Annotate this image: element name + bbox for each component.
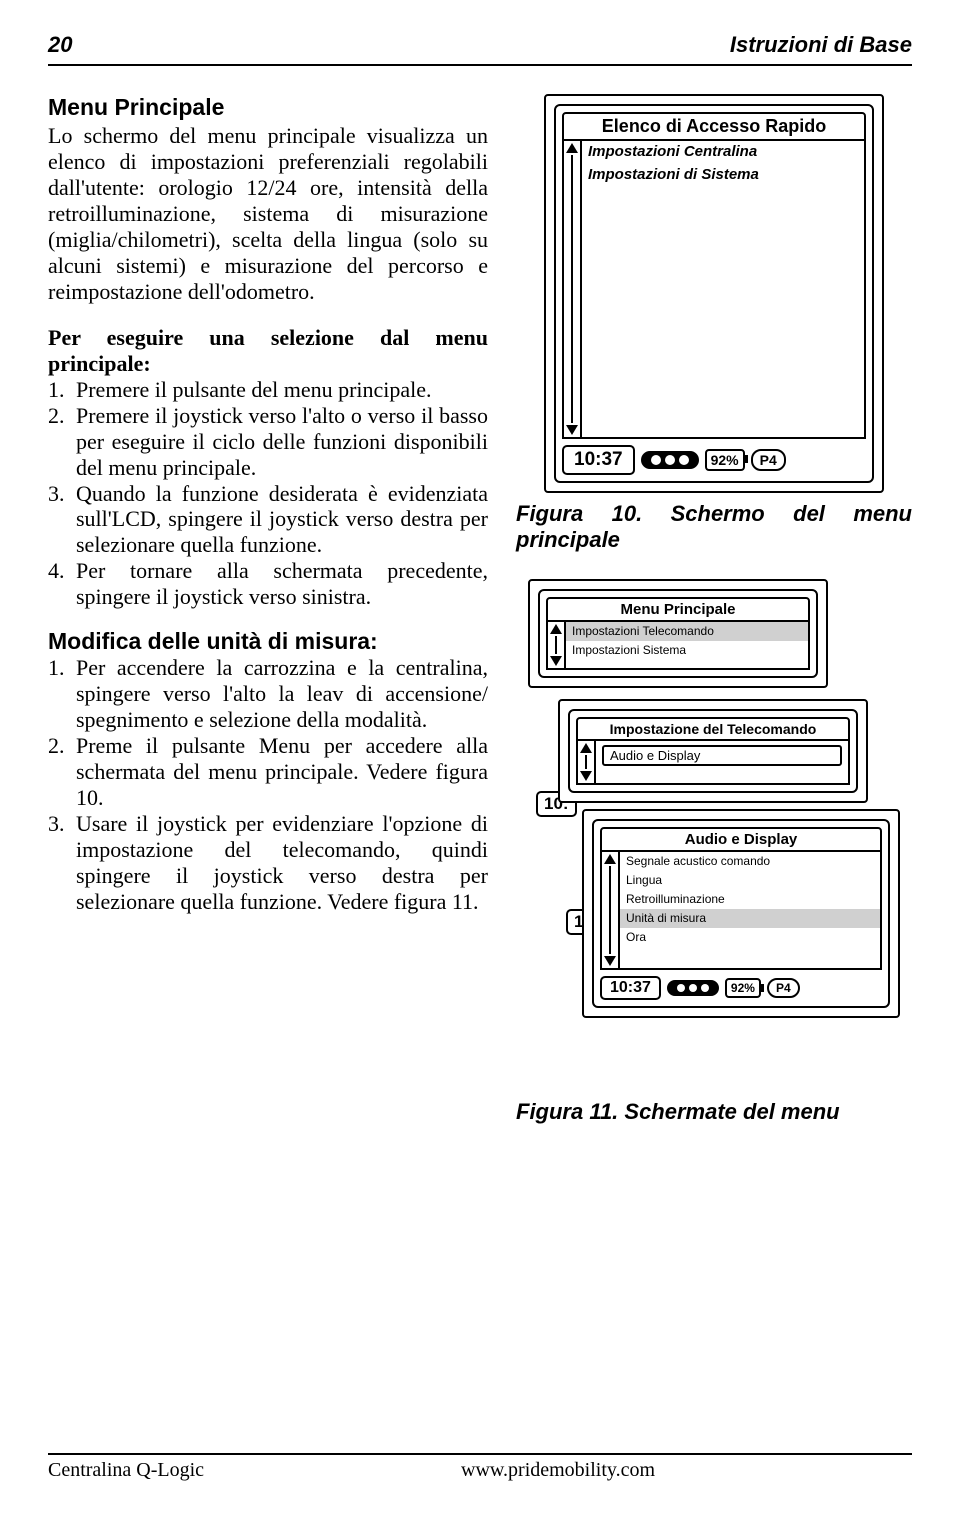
steps2-list: Per accendere la carrozzina e la central… [48, 655, 488, 915]
footer-right: www.pridemobility.com [461, 1459, 655, 1482]
arrow-down-icon [566, 425, 578, 435]
fig11-device-c: Audio e Display Segnale acustico comando… [582, 809, 900, 1018]
section-heading: Menu Principale [48, 94, 488, 121]
scrollbar[interactable] [602, 852, 620, 968]
arrow-up-icon [580, 743, 592, 753]
status-time: 10:37 [600, 976, 661, 1000]
step-item: Quando la funzione desiderata è evidenzi… [76, 481, 488, 559]
fig11-caption: Figura 11. Schermate del menu [516, 1099, 912, 1125]
arrow-down-icon [580, 771, 592, 781]
page-footer: Centralina Q-Logic www.pridemobility.com [48, 1453, 912, 1482]
fig11a-row[interactable]: Impostazioni Telecomando [566, 622, 808, 641]
fig10-device: Elenco di Accesso Rapido Impostazioni Ce… [544, 94, 884, 493]
arrow-up-icon [604, 854, 616, 864]
arrow-down-icon [550, 656, 562, 666]
fig11c-row[interactable]: Unità di misura [620, 909, 880, 928]
fig11c-title: Audio e Display [600, 827, 882, 852]
fig11-stack: Menu Principale Impostazioni Telecomando… [528, 579, 900, 1099]
arrow-up-icon [566, 143, 578, 153]
step-item: Preme il pulsante Menu per accedere alla… [76, 733, 488, 811]
battery-icon: 92% [725, 978, 761, 998]
battery-icon: 92% [705, 449, 745, 471]
page-number: 20 [48, 32, 72, 58]
fig11c-row[interactable]: Retroilluminazione [620, 890, 880, 909]
signal-icon [641, 451, 699, 469]
fig10-row[interactable]: Impostazioni Centralina [582, 141, 864, 164]
header-rule [48, 64, 912, 66]
fig11a-row[interactable]: Impostazioni Sistema [566, 641, 808, 660]
scrollbar[interactable] [548, 622, 566, 668]
step-item: Premere il joystick verso l'alto o verso… [76, 403, 488, 481]
fig11a-title: Menu Principale [546, 597, 810, 622]
fig11c-row[interactable]: Segnale acustico comando [620, 852, 880, 871]
fig11b-title: Impostazione del Telecomando [576, 717, 850, 741]
fig11-device-b: Impostazione del Telecomando Audio e Dis… [558, 699, 868, 803]
fig11b-row[interactable]: Audio e Display [602, 745, 842, 766]
step-item: Usare il joystick per evidenziare l'opzi… [76, 811, 488, 915]
fig11c-row[interactable]: Lingua [620, 871, 880, 890]
arrow-down-icon [604, 956, 616, 966]
fig10-screen-title: Elenco di Accesso Rapido [562, 112, 866, 141]
fig11-device-a: Menu Principale Impostazioni Telecomando… [528, 579, 828, 688]
mode-badge: P4 [767, 978, 800, 998]
page-title: Istruzioni di Base [730, 32, 912, 58]
arrow-up-icon [550, 624, 562, 634]
steps1-list: Premere il pulsante del menu principale.… [48, 377, 488, 611]
scrollbar[interactable] [564, 141, 582, 437]
step-item: Per accendere la carrozzina e la central… [76, 655, 488, 733]
fig11c-row[interactable]: Ora [620, 928, 880, 947]
status-time: 10:37 [562, 445, 635, 475]
text-column: Menu Principale Lo schermo del menu prin… [48, 94, 488, 1125]
fig10-row[interactable]: Impostazioni di Sistema [582, 164, 864, 187]
figure-column: Elenco di Accesso Rapido Impostazioni Ce… [516, 94, 912, 1125]
signal-icon [667, 980, 719, 996]
steps2-heading: Modifica delle unità di misura: [48, 628, 488, 655]
intro-paragraph: Lo schermo del menu principale visualizz… [48, 123, 488, 305]
fig10-caption: Figura 10. Schermo del menu principale [516, 501, 912, 553]
steps1-heading: Per eseguire una selezione dal menu prin… [48, 325, 488, 377]
step-item: Per tornare alla schermata precedente, s… [76, 558, 488, 610]
footer-left: Centralina Q-Logic [48, 1459, 204, 1482]
step-item: Premere il pulsante del menu principale. [76, 377, 488, 403]
scrollbar[interactable] [578, 741, 596, 783]
mode-badge: P4 [751, 449, 786, 471]
